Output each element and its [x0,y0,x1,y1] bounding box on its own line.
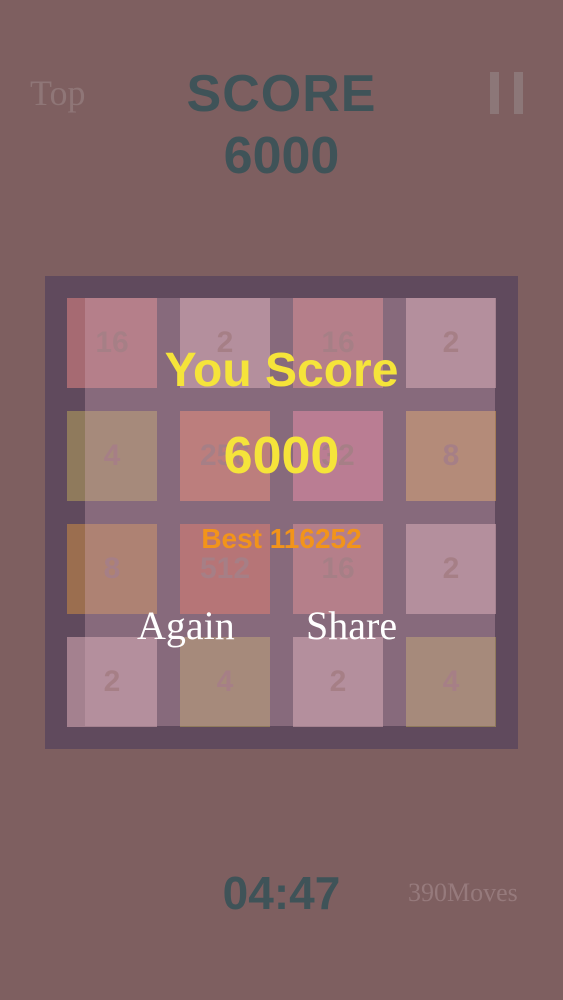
share-button[interactable]: Share [306,602,397,649]
pause-icon[interactable] [488,72,528,114]
best-score: Best 116252 [201,523,362,554]
score-label: SCORE [186,65,377,123]
game-over-title: You Score [164,344,399,397]
again-button[interactable]: Again [137,602,235,649]
score-value: 6000 [223,127,340,185]
moves-counter: 390Moves [408,878,518,907]
final-score: 6000 [223,427,340,485]
